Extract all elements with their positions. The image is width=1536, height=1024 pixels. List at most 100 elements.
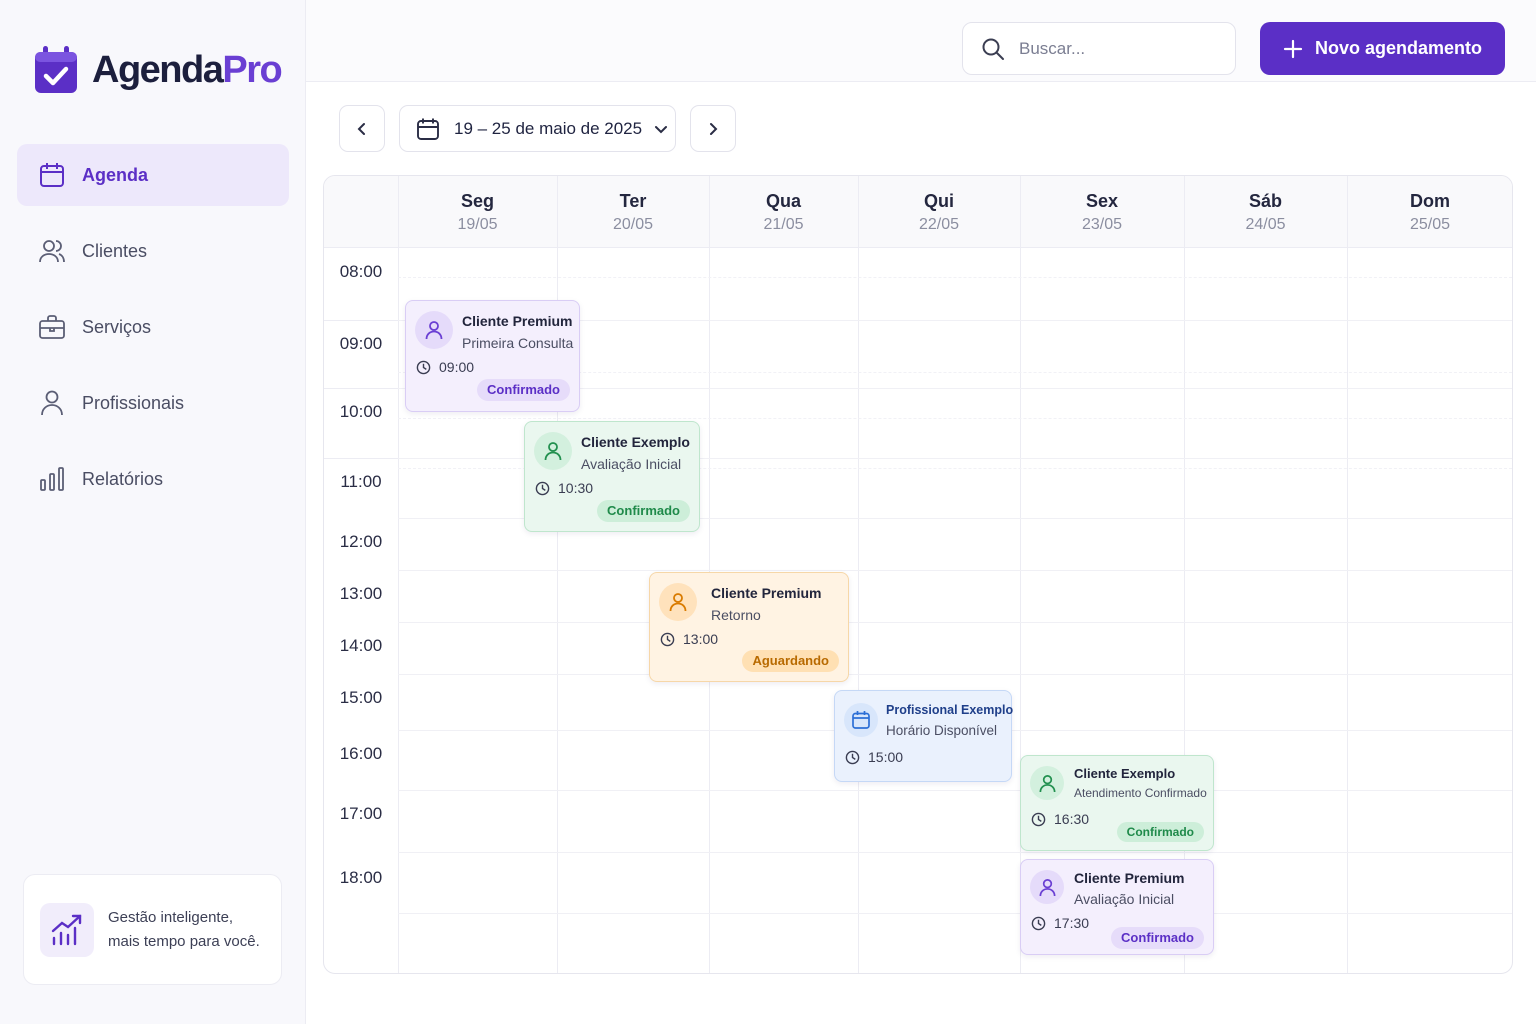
briefcase-icon (39, 315, 65, 339)
clock-icon (1031, 916, 1046, 930)
appointment-time: 09:00 (416, 359, 474, 375)
time-label: 15:00 (339, 688, 383, 707)
users-icon (39, 240, 65, 263)
next-week-button[interactable] (690, 105, 736, 152)
appointment-client: Cliente Premium (462, 313, 573, 329)
time-label: 14:00 (339, 636, 383, 655)
calendar-header: Seg 19/05 Ter 20/05 Qua 21/05 Qui 22/05 … (324, 176, 1512, 248)
appointment-card[interactable]: Cliente Exemplo Avaliação Inicial 10:30 … (524, 421, 700, 532)
day-header-qui: Qui 22/05 (918, 191, 960, 233)
column-divider (1347, 176, 1348, 973)
sidebar-item-label: Clientes (82, 240, 148, 261)
promo-text: Gestão inteligente, mais tempo para você… (108, 908, 260, 950)
grid-half-line (398, 277, 1512, 278)
appointment-service: Primeira Consulta (462, 335, 574, 351)
calendar-check-logo-icon (35, 46, 77, 93)
appointment-time: 17:30 (1031, 915, 1089, 931)
grid-line (398, 852, 1512, 853)
previous-week-button[interactable] (339, 105, 385, 152)
day-header-dom: Dom 25/05 (1409, 191, 1451, 233)
column-divider (398, 176, 399, 973)
appointment-client: Cliente Premium (711, 585, 822, 601)
search-input[interactable] (1019, 38, 1209, 59)
availability-card[interactable]: Profissional Exemplo Horário Disponível … (834, 690, 1014, 782)
grid-line (398, 790, 1512, 791)
user-icon (534, 432, 572, 470)
appointment-time: 16:30 (1031, 811, 1089, 827)
sidebar-item-label: Agenda (82, 164, 149, 185)
search-box[interactable] (962, 22, 1236, 75)
calendar-icon (844, 703, 878, 737)
bar-chart-icon (40, 467, 64, 491)
grid-half-line (398, 418, 1512, 419)
appointment-service: Avaliação Inicial (1074, 891, 1175, 907)
appointment-service: Retorno (711, 607, 761, 623)
promo-card: Gestão inteligente, mais tempo para você… (23, 874, 282, 985)
appointment-card[interactable]: Cliente Premium Retorno 13:00 Aguardando (649, 572, 849, 682)
user-icon (659, 583, 697, 621)
time-separator (324, 388, 398, 389)
user-icon (1030, 766, 1064, 800)
sidebar-item-relatorios[interactable]: Relatórios (17, 448, 289, 510)
appointment-client: Cliente Exemplo (581, 434, 690, 450)
user-icon (1030, 870, 1064, 904)
logo-text: AgendaPro (92, 49, 283, 91)
clock-icon (660, 632, 675, 646)
day-header-sex: Sex 23/05 (1081, 191, 1123, 233)
appointment-card[interactable]: Cliente Premium Primeira Consulta 09:00 … (405, 300, 580, 412)
time-separator (324, 320, 398, 321)
chevron-right-icon (710, 122, 718, 135)
availability-professional: Profissional Exemplo (886, 703, 1014, 717)
logo[interactable]: AgendaPro (34, 46, 283, 94)
sidebar-item-servicos[interactable]: Serviços (17, 296, 289, 358)
appointment-time: 13:00 (660, 631, 718, 647)
sidebar-item-label: Serviços (82, 316, 152, 337)
clock-icon (845, 750, 860, 764)
appointment-card[interactable]: Cliente Exemplo Atendimento Confirmado 1… (1020, 755, 1214, 851)
time-label: 09:00 (339, 334, 383, 353)
user-icon (41, 390, 63, 416)
time-label: 16:00 (339, 744, 383, 763)
sidebar-item-clientes[interactable]: Clientes (17, 220, 289, 282)
availability-time: 15:00 (845, 749, 903, 765)
status-badge: Confirmado (597, 500, 690, 522)
week-calendar: Seg 19/05 Ter 20/05 Qua 21/05 Qui 22/05 … (323, 175, 1513, 974)
appointment-client: Cliente Premium (1074, 870, 1185, 886)
time-label: 10:00 (339, 402, 383, 421)
sidebar-item-agenda[interactable]: Agenda (17, 144, 289, 206)
new-appointment-button[interactable]: Novo agendamento (1260, 22, 1505, 75)
date-range-picker[interactable]: 19 – 25 de maio de 2025 (399, 105, 676, 152)
time-label: 18:00 (339, 868, 383, 887)
calendar-icon (40, 163, 64, 187)
sidebar: AgendaPro Agenda Clientes Serviços Profi… (0, 0, 306, 1024)
clock-icon (416, 360, 431, 374)
clock-icon (535, 481, 550, 495)
status-badge: Confirmado (1116, 822, 1204, 842)
time-label: 12:00 (339, 532, 383, 551)
chevron-down-icon (655, 125, 668, 133)
new-appointment-label: Novo agendamento (1314, 38, 1483, 58)
appointment-card[interactable]: Cliente Premium Avaliação Inicial 17:30 … (1020, 859, 1214, 955)
day-header-qua: Qua 21/05 (763, 191, 804, 233)
status-badge: Aguardando (742, 650, 839, 672)
day-header-sab: Sáb 24/05 (1245, 191, 1286, 233)
chevron-left-icon (357, 122, 365, 135)
column-divider (858, 176, 859, 973)
date-range-label: 19 – 25 de maio de 2025 (454, 118, 643, 138)
plus-icon (1283, 39, 1303, 58)
status-badge: Confirmado (477, 379, 570, 401)
appointment-time: 10:30 (535, 480, 593, 496)
grid-line (398, 674, 1512, 675)
day-header-ter: Ter 20/05 (612, 191, 654, 233)
appointment-service: Atendimento Confirmado (1074, 786, 1207, 800)
search-icon (982, 38, 1004, 60)
time-label: 11:00 (340, 472, 382, 491)
grid-line (398, 622, 1512, 623)
calendar-icon (417, 118, 439, 140)
grid-line (398, 570, 1512, 571)
column-divider (557, 176, 558, 973)
time-separator (324, 458, 398, 459)
sidebar-item-label: Profissionais (82, 392, 185, 413)
status-badge: Confirmado (1111, 927, 1204, 949)
sidebar-item-profissionais[interactable]: Profissionais (17, 372, 289, 434)
